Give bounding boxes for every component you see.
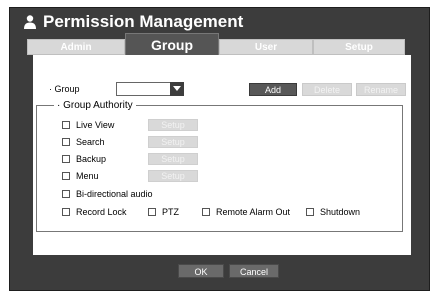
rename-button[interactable]: Rename (356, 83, 406, 96)
tab-admin[interactable]: Admin (27, 39, 125, 55)
tab-user[interactable]: User (219, 39, 313, 55)
record-lock-label: Record Lock (76, 207, 127, 217)
backup-setup-button[interactable]: Setup (148, 153, 198, 165)
person-icon (24, 15, 36, 29)
group-label: · Group (49, 84, 80, 94)
live-view-label: Live View (76, 120, 115, 130)
backup-label: Backup (76, 154, 107, 164)
search-setup-button[interactable]: Setup (148, 136, 198, 148)
window-title-bar: Permission Management (23, 11, 243, 33)
remote-alarm-out-checkbox[interactable] (202, 208, 210, 216)
shutdown-checkbox[interactable] (306, 208, 314, 216)
ptz-checkbox[interactable] (148, 208, 156, 216)
bi-directional-audio-label: Bi-directional audio (76, 189, 153, 199)
chevron-down-icon[interactable] (170, 82, 184, 96)
live-view-setup-button[interactable]: Setup (148, 119, 198, 131)
tab-group[interactable]: Group (125, 33, 219, 55)
menu-checkbox[interactable] (62, 172, 70, 180)
bi-directional-audio-checkbox[interactable] (62, 190, 70, 198)
search-label: Search (76, 137, 105, 147)
group-panel: · Group Add Delete Rename · Group Author… (33, 55, 411, 255)
search-checkbox[interactable] (62, 138, 70, 146)
cancel-button[interactable]: Cancel (229, 264, 279, 278)
live-view-checkbox[interactable] (62, 121, 70, 129)
menu-setup-button[interactable]: Setup (148, 170, 198, 182)
delete-button[interactable]: Delete (302, 83, 352, 96)
ok-button[interactable]: OK (178, 264, 224, 278)
page-title: Permission Management (43, 12, 244, 31)
backup-checkbox[interactable] (62, 155, 70, 163)
tab-bar: Admin Group User Setup (27, 33, 405, 55)
group-select[interactable] (116, 82, 184, 96)
record-lock-checkbox[interactable] (62, 208, 70, 216)
ptz-label: PTZ (162, 207, 179, 217)
tab-setup[interactable]: Setup (313, 39, 405, 55)
remote-alarm-out-label: Remote Alarm Out (216, 207, 291, 217)
add-button[interactable]: Add (249, 83, 297, 96)
shutdown-label: Shutdown (320, 207, 361, 217)
group-authority-legend: · Group Authority (54, 100, 136, 111)
menu-label: Menu (76, 171, 99, 181)
